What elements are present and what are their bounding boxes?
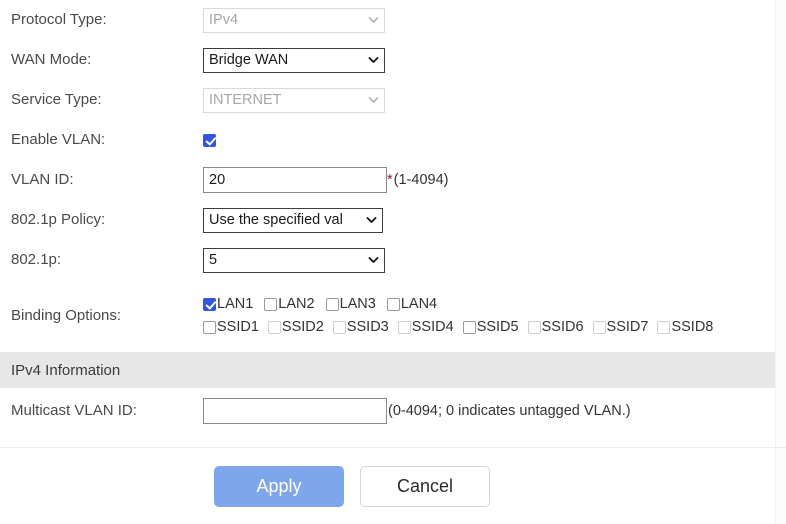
row-service-type: Service Type: INTERNET [0, 80, 775, 120]
protocol-type-value: IPv4 [209, 11, 239, 28]
protocol-type-select[interactable]: IPv4 [203, 7, 385, 33]
ssid7-checkbox[interactable] [592, 321, 606, 334]
label-service-type: Service Type: [11, 91, 102, 108]
field-dot1p-policy: Use the specified val [203, 207, 775, 233]
vlan-id-hint: (1-4094) [393, 172, 449, 188]
dot1p-policy-select[interactable]: Use the specified val [203, 207, 383, 233]
multicast-vlan-id-input[interactable] [203, 398, 387, 424]
page-right-edge [775, 0, 786, 524]
lan3-checkbox[interactable] [325, 297, 339, 311]
ssid6-checkbox[interactable] [527, 321, 541, 334]
dot1p-value: 5 [209, 251, 218, 268]
multicast-vlan-id-hint: (0-4094; 0 indicates untagged VLAN.) [388, 403, 631, 419]
section-header-ipv4-information: IPv4 Information [0, 352, 775, 388]
lan2-checkbox[interactable] [264, 297, 278, 311]
chevron-down-icon [368, 255, 379, 266]
wan-config-form: Protocol Type: IPv4 WAN Mode: Bridge WAN [0, 0, 775, 434]
ssid5-label: SSID5 [476, 319, 519, 335]
label-multicast-vlan-id: Multicast VLAN ID: [11, 402, 137, 419]
binding-option-ssid4[interactable]: SSID4 [397, 316, 454, 339]
ssid2-checkbox[interactable] [267, 321, 281, 334]
ssid1-label: SSID1 [217, 319, 259, 335]
lan4-checkbox[interactable] [386, 297, 400, 311]
enable-vlan-checkbox[interactable] [203, 133, 216, 147]
binding-option-ssid7[interactable]: SSID7 [592, 316, 649, 339]
lan1-label: LAN1 [217, 295, 254, 312]
binding-option-lan1[interactable]: LAN1 [203, 293, 253, 316]
wan-config-page: Protocol Type: IPv4 WAN Mode: Bridge WAN [0, 0, 786, 524]
row-protocol-type: Protocol Type: IPv4 [0, 0, 775, 40]
ssid8-checkbox[interactable] [657, 321, 671, 334]
label-protocol-type: Protocol Type: [11, 11, 107, 28]
binding-option-ssid2[interactable]: SSID2 [267, 316, 324, 339]
wan-mode-value: Bridge WAN [209, 51, 289, 68]
row-multicast-vlan-id: Multicast VLAN ID: (0-4094; 0 indicates … [0, 388, 775, 434]
field-enable-vlan [203, 133, 775, 147]
binding-option-lan4[interactable]: LAN4 [386, 293, 438, 316]
binding-option-ssid1[interactable]: SSID1 [203, 316, 259, 339]
binding-options-group: LAN1 LAN2 LAN3 LAN4 SSID1 SSID2 SSID3 SSID4 SSI… [203, 293, 748, 340]
lan1-checkbox[interactable] [203, 297, 216, 311]
label-binding-options: Binding Options: [11, 307, 122, 324]
field-multicast-vlan-id: (0-4094; 0 indicates untagged VLAN.) [203, 398, 775, 424]
dot1p-policy-value: Use the specified val [209, 211, 343, 228]
label-vlan-id: VLAN ID: [11, 171, 74, 188]
dot1p-select[interactable]: 5 [203, 247, 385, 273]
row-dot1p: 802.1p: 5 [0, 240, 775, 280]
label-enable-vlan: Enable VLAN: [11, 131, 106, 148]
row-vlan-id: VLAN ID: *(1-4094) [0, 160, 775, 200]
row-dot1p-policy: 802.1p Policy: Use the specified val [0, 200, 775, 240]
chevron-down-icon [368, 15, 379, 26]
field-binding-options: LAN1 LAN2 LAN3 LAN4 SSID1 SSID2 SSID3 SSID4 SSI… [203, 293, 775, 340]
label-wan-mode: WAN Mode: [11, 51, 92, 68]
ssid7-label: SSID7 [606, 319, 649, 335]
service-type-value: INTERNET [209, 91, 282, 108]
row-wan-mode: WAN Mode: Bridge WAN [0, 40, 775, 80]
section-title: IPv4 Information [11, 361, 121, 379]
chevron-down-icon [368, 55, 379, 66]
apply-button[interactable]: Apply [214, 465, 344, 507]
row-enable-vlan: Enable VLAN: [0, 120, 775, 160]
binding-option-ssid5[interactable]: SSID5 [462, 316, 519, 339]
chevron-down-icon [366, 215, 377, 226]
ssid2-label: SSID2 [281, 319, 324, 335]
chevron-down-icon [368, 95, 379, 106]
ssid6-label: SSID6 [541, 319, 584, 335]
binding-option-lan3[interactable]: LAN3 [325, 293, 376, 316]
field-vlan-id: *(1-4094) [203, 167, 775, 193]
service-type-select[interactable]: INTERNET [203, 87, 385, 113]
vlan-id-required-mark: * [387, 172, 393, 188]
field-protocol-type: IPv4 [203, 7, 775, 33]
wan-mode-select[interactable]: Bridge WAN [203, 47, 385, 73]
ssid8-label: SSID8 [671, 319, 714, 335]
binding-option-ssid8[interactable]: SSID8 [657, 316, 713, 339]
ssid1-checkbox[interactable] [203, 321, 216, 334]
lan3-label: LAN3 [339, 295, 376, 312]
ssid3-label: SSID3 [346, 319, 389, 335]
ssid3-checkbox[interactable] [332, 321, 346, 334]
row-binding-options: Binding Options: LAN1 LAN2 LAN3 LAN4 SSID1 S… [0, 280, 775, 352]
label-dot1p-policy: 802.1p Policy: [11, 211, 106, 228]
field-wan-mode: Bridge WAN [203, 47, 775, 73]
field-service-type: INTERNET [203, 87, 775, 113]
binding-option-ssid6[interactable]: SSID6 [527, 316, 584, 339]
label-dot1p: 802.1p: [11, 251, 62, 268]
ssid5-checkbox[interactable] [462, 321, 476, 334]
lan2-label: LAN2 [278, 295, 315, 312]
binding-option-lan2[interactable]: LAN2 [264, 293, 315, 316]
action-button-bar: Apply Cancel [0, 448, 786, 524]
cancel-button[interactable]: Cancel [360, 465, 490, 507]
vlan-id-input[interactable] [203, 167, 387, 193]
ssid4-label: SSID4 [411, 319, 454, 335]
ssid4-checkbox[interactable] [397, 321, 411, 334]
binding-option-ssid3[interactable]: SSID3 [332, 316, 389, 339]
field-dot1p: 5 [203, 247, 775, 273]
lan4-label: LAN4 [400, 295, 438, 312]
